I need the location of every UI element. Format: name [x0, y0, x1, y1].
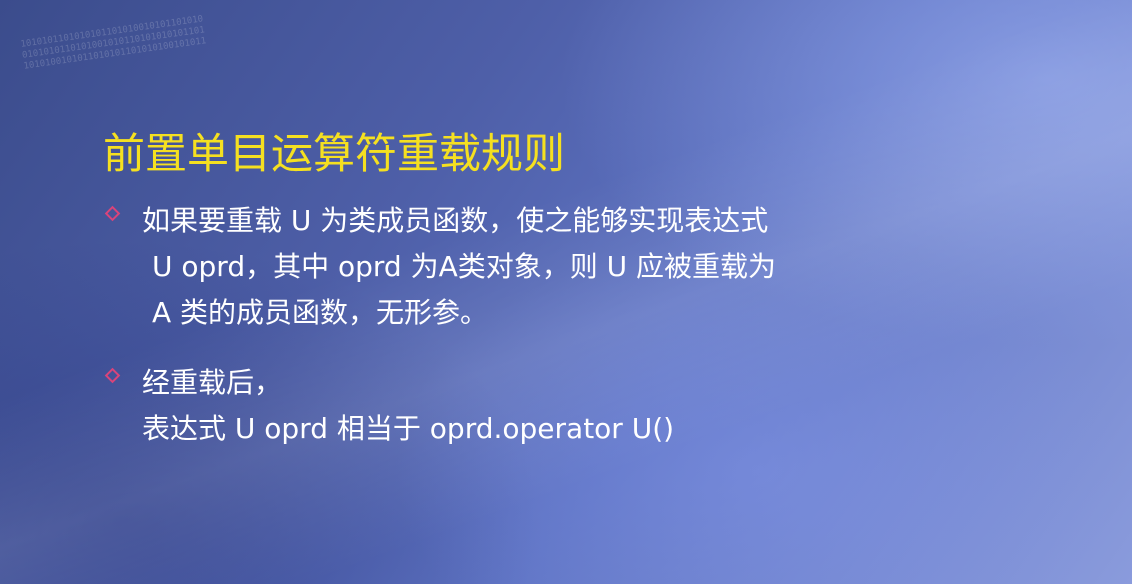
bullet-line: U oprd，其中 oprd 为A类对象，则 U 应被重载为	[152, 250, 777, 283]
diamond-bullet-icon	[104, 367, 121, 384]
slide-title: 前置单目运算符重载规则	[103, 129, 566, 178]
bullet-text: 如果要重载 U 为类成员函数，使之能够实现表达式 U oprd，其中 oprd …	[142, 198, 1005, 336]
diamond-bullet-icon	[104, 205, 121, 222]
bullet-line: 如果要重载 U 为类成员函数，使之能够实现表达式	[142, 204, 769, 237]
bullet-item: 如果要重载 U 为类成员函数，使之能够实现表达式 U oprd，其中 oprd …	[104, 198, 1005, 336]
bullet-text: 经重载后， 表达式 U oprd 相当于 oprd.operator U()	[142, 360, 1005, 452]
bullet-line: A 类的成员函数，无形参。	[152, 296, 489, 329]
bullet-line: 表达式 U oprd 相当于 oprd.operator U()	[142, 412, 675, 445]
binary-decoration: 1010101101010101101010010101101010 01010…	[20, 14, 207, 72]
bullet-item: 经重载后， 表达式 U oprd 相当于 oprd.operator U()	[104, 360, 1005, 452]
bullet-line: 经重载后，	[142, 366, 283, 399]
